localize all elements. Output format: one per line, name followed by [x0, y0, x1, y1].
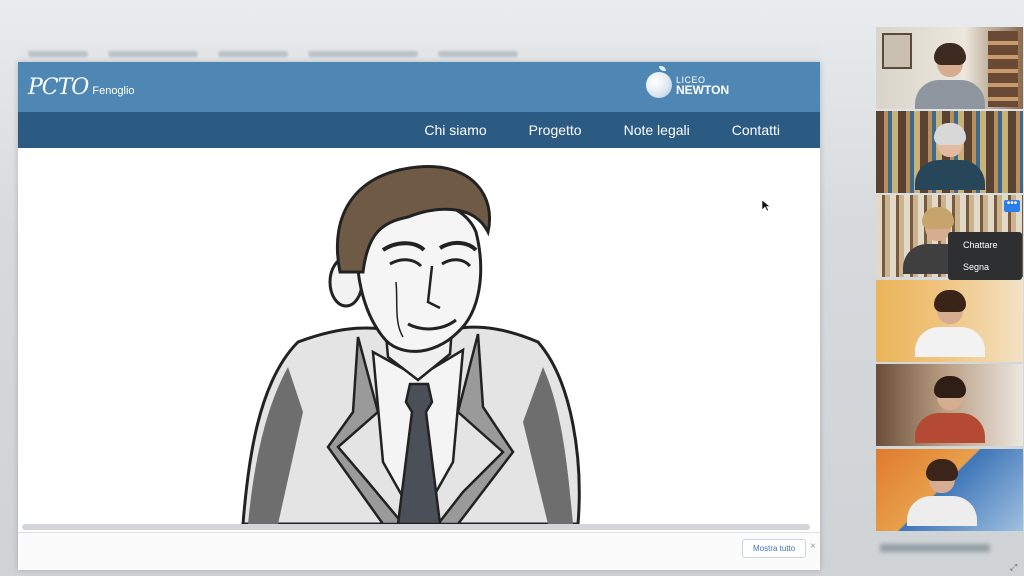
nav-links: Chi siamo Progetto Note legali Contatti — [382, 112, 780, 148]
nav-contatti[interactable]: Contatti — [732, 122, 780, 138]
participant-tile-1[interactable] — [876, 27, 1023, 109]
shared-screen: PCTO Fenoglio LICEO NEWTON Chi siamo Pro… — [18, 62, 820, 570]
menu-item-chattare[interactable]: Chattare — [948, 234, 1022, 256]
download-bar: Mostra tutto × — [18, 532, 820, 570]
participant-4-avatar — [914, 290, 985, 357]
participant-1-avatar — [914, 43, 985, 109]
site-header: PCTO Fenoglio LICEO NEWTON — [18, 62, 820, 112]
blurred-participant-name — [880, 544, 990, 552]
participant-tile-4[interactable] — [876, 280, 1023, 362]
show-all-button[interactable]: Mostra tutto — [742, 539, 807, 558]
participant-tile-5[interactable] — [876, 364, 1023, 446]
site-brand[interactable]: PCTO Fenoglio — [28, 75, 135, 100]
participant-6-avatar — [907, 459, 978, 526]
expand-icon[interactable]: ⤢ — [1010, 562, 1017, 573]
logo-bottom-text: NEWTON — [676, 83, 730, 97]
participant-context-menu: Chattare Segna — [948, 232, 1022, 280]
blurred-browser-tabs — [18, 44, 820, 62]
bookshelf — [988, 31, 1018, 107]
frame-picture — [882, 33, 912, 69]
site-nav: Chi siamo Progetto Note legali Contatti — [18, 112, 820, 148]
participant-2-avatar — [914, 123, 985, 190]
horizontal-scrollbar[interactable] — [22, 524, 810, 530]
man-in-suit-illustration — [241, 165, 581, 524]
participant-tile-6[interactable] — [876, 449, 1023, 531]
liceo-newton-logo[interactable]: LICEO NEWTON — [646, 66, 730, 98]
nav-note-legali[interactable]: Note legali — [624, 122, 690, 138]
menu-item-segna[interactable]: Segna — [948, 256, 1022, 278]
brand-title: PCTO — [28, 75, 89, 100]
apple-icon — [646, 66, 672, 98]
close-icon[interactable]: × — [810, 541, 816, 552]
participant-5-avatar — [914, 376, 985, 443]
nav-chi-siamo[interactable]: Chi siamo — [424, 122, 486, 138]
more-options-button[interactable]: ••• — [1004, 199, 1020, 212]
participant-tile-2[interactable] — [876, 111, 1023, 193]
logo-text: LICEO NEWTON — [676, 75, 730, 97]
nav-progetto[interactable]: Progetto — [529, 122, 582, 138]
brand-subtitle: Fenoglio — [92, 85, 135, 97]
mouse-cursor-icon — [762, 200, 770, 212]
